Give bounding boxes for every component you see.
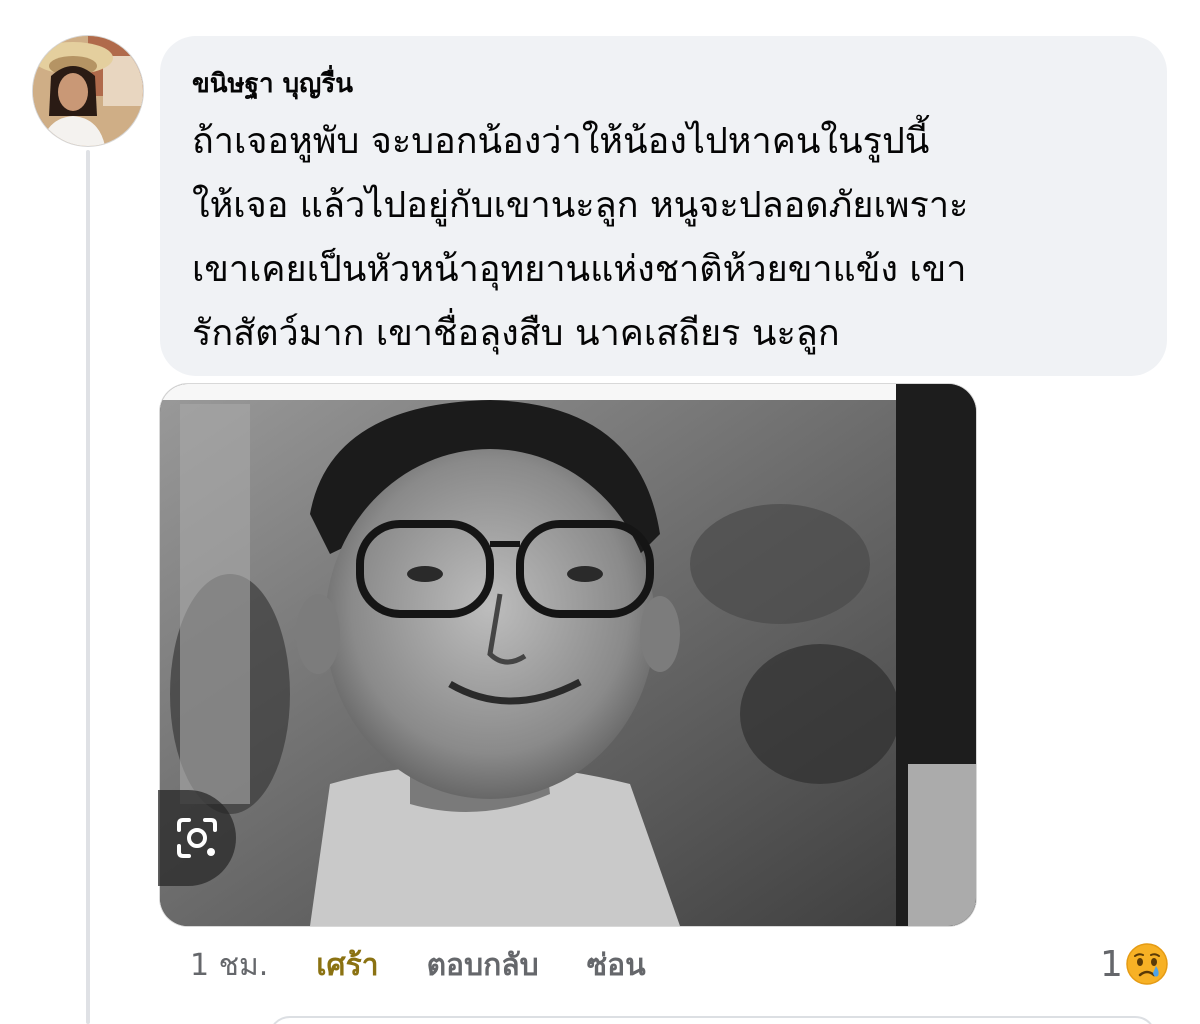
camera-lens-icon bbox=[177, 818, 217, 858]
hide-button[interactable]: ซ่อน bbox=[587, 942, 646, 989]
reply-button[interactable]: ตอบกลับ bbox=[427, 942, 539, 989]
sad-face-icon bbox=[1126, 943, 1168, 985]
attached-photo[interactable] bbox=[160, 384, 976, 926]
comment-line: รักสัตว์มาก เขาชื่อลุงสืบ นาคเสถียร นะลู… bbox=[192, 313, 840, 354]
comment-body: ถ้าเจอหูพับ จะบอกน้องว่าให้น้องไปหาคนในร… bbox=[192, 110, 1133, 366]
comment-line: ถ้าเจอหูพับ จะบอกน้องว่าให้น้องไปหาคนในร… bbox=[192, 121, 930, 162]
thread-connector-line bbox=[86, 150, 90, 1024]
comment-author-name[interactable]: ขนิษฐา บุญรื่น bbox=[192, 66, 1133, 102]
comment-thread: ขนิษฐา บุญรื่น ถ้าเจอหูพับ จะบอกน้องว่าใ… bbox=[0, 0, 1200, 1024]
react-button[interactable]: เศร้า bbox=[316, 942, 378, 989]
comment-timestamp[interactable]: 1 ชม. bbox=[190, 942, 268, 989]
comment-bubble: ขนิษฐา บุญรื่น ถ้าเจอหูพับ จะบอกน้องว่าใ… bbox=[160, 36, 1167, 376]
comment-line: ให้เจอ แล้วไปอยู่กับเขานะลูก หนูจะปลอดภั… bbox=[192, 185, 969, 226]
avatar[interactable] bbox=[33, 36, 143, 146]
comment-line: เขาเคยเป็นหัวหน้าอุทยานแห่งชาติห้วยขาแข้… bbox=[192, 249, 967, 290]
reaction-count: 1 bbox=[1100, 943, 1123, 985]
comment-actions: 1 ชม. เศร้า ตอบกลับ ซ่อน bbox=[190, 940, 694, 990]
reaction-summary[interactable]: 1 bbox=[1100, 936, 1169, 992]
reply-input-box[interactable] bbox=[268, 1016, 1157, 1024]
